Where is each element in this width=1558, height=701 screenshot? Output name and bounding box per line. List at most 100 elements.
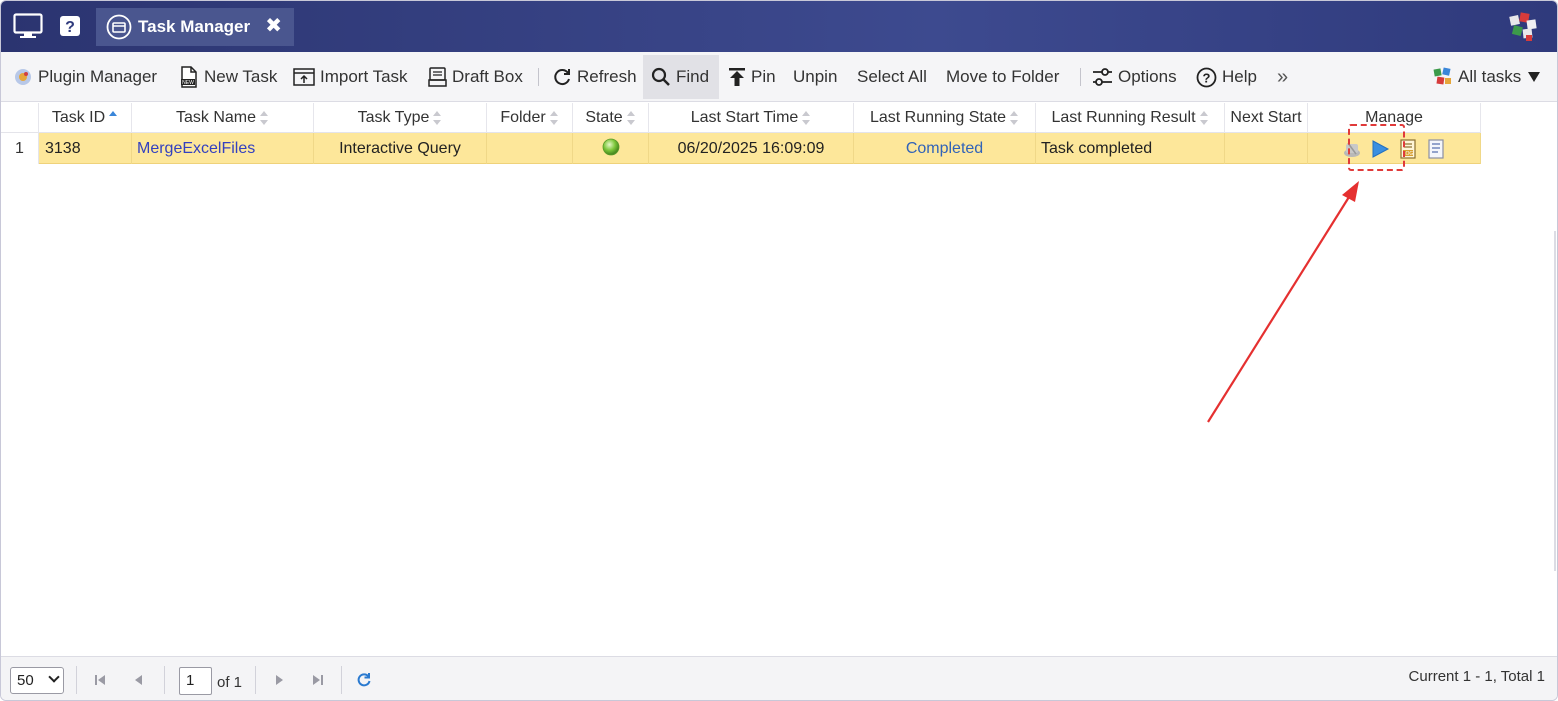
column-task-id[interactable]: Task ID [39, 103, 132, 133]
options-icon [1093, 68, 1112, 86]
footer-divider [164, 666, 165, 694]
row-number-header [1, 103, 39, 133]
next-page-icon [276, 675, 283, 685]
reload-button[interactable] [354, 670, 374, 690]
annotation-arrow-icon [1207, 181, 1359, 423]
column-label: Task Type [357, 109, 430, 126]
cell-folder [487, 133, 573, 164]
more-button[interactable]: » [1277, 55, 1288, 99]
help-button[interactable]: ? Help [1196, 55, 1257, 99]
toolbar: Plugin Manager NEW New Task Import Task … [1, 52, 1557, 102]
column-label: Last Start Time [690, 109, 799, 126]
page-size-select[interactable]: 50 [10, 667, 64, 694]
pin-label: Pin [751, 67, 776, 86]
column-label: Next Start [1230, 109, 1302, 126]
column-state[interactable]: State [573, 103, 649, 133]
import-task-button[interactable]: Import Task [293, 55, 408, 99]
select-all-button[interactable]: Select All [857, 55, 927, 99]
select-all-label: Select All [857, 67, 927, 86]
draft-box-button[interactable]: Draft Box [428, 55, 523, 99]
toolbar-divider [538, 68, 539, 86]
close-icon[interactable]: ✖ [265, 15, 282, 37]
next-page-button[interactable] [269, 670, 289, 690]
first-page-button[interactable] [90, 670, 110, 690]
footer-divider [76, 666, 77, 694]
app-logo [1507, 11, 1539, 43]
column-label: Last Running State [869, 109, 1007, 126]
new-task-label: New Task [204, 67, 278, 86]
sort-icon [626, 110, 636, 125]
all-tasks-icon [1433, 67, 1451, 85]
task-filter-dropdown[interactable]: All tasks [1433, 55, 1546, 99]
sort-icon [1199, 110, 1209, 125]
plugin-manager-label: Plugin Manager [38, 67, 158, 86]
filter-label: All tasks [1458, 67, 1522, 86]
vertical-scrollbar[interactable] [1554, 231, 1556, 571]
svg-text:?: ? [65, 19, 75, 36]
help-icon[interactable]: ? [55, 11, 85, 41]
move-to-folder-button[interactable]: Move to Folder [946, 55, 1059, 99]
column-label: Folder [500, 109, 546, 126]
new-task-icon: NEW [181, 66, 197, 88]
import-icon [293, 68, 315, 86]
page-size-value: 50 [17, 672, 34, 689]
column-folder[interactable]: Folder [487, 103, 573, 133]
double-chevron-icon: » [1277, 65, 1289, 88]
new-task-button[interactable]: NEW New Task [179, 55, 277, 99]
title-bar: ? Task Manager ✖ [1, 1, 1557, 52]
caret-down-icon [1528, 72, 1541, 82]
table-row[interactable]: 1 3138 MergeExcelFiles Interactive Query… [1, 133, 1481, 164]
footer-divider [255, 666, 256, 694]
footer-divider [341, 666, 342, 694]
tab-task-manager[interactable]: Task Manager ✖ [96, 8, 294, 46]
column-last-running-result[interactable]: Last Running Result [1036, 103, 1225, 133]
sort-icon [1010, 110, 1019, 125]
cell-last-start-time: 06/20/2025 16:09:09 [649, 133, 854, 164]
help-circle-icon: ? [1196, 67, 1217, 87]
column-label: Task ID [51, 109, 106, 126]
column-next-start[interactable]: Next Start [1225, 103, 1308, 133]
pin-icon [729, 68, 745, 86]
refresh-button[interactable]: Refresh [552, 55, 637, 99]
last-page-button[interactable] [308, 670, 328, 690]
unpin-button[interactable]: Unpin [793, 55, 837, 99]
cell-task-type: Interactive Query [314, 133, 487, 164]
annotation-highlight-box [1348, 124, 1405, 171]
cell-last-running-state: Completed [854, 133, 1036, 164]
plugin-manager-button[interactable]: Plugin Manager [13, 55, 157, 99]
reload-icon [357, 673, 371, 687]
column-task-type[interactable]: Task Type [314, 103, 487, 133]
unpin-label: Unpin [793, 67, 838, 86]
column-label: State [585, 109, 623, 126]
cell-state [573, 133, 649, 164]
column-task-name[interactable]: Task Name [132, 103, 314, 133]
column-last-start-time[interactable]: Last Start Time [649, 103, 854, 133]
refresh-icon [554, 69, 570, 86]
plugin-icon [15, 69, 31, 85]
sort-icon [260, 110, 269, 125]
sort-icon [549, 110, 559, 125]
options-button[interactable]: Options [1092, 55, 1177, 99]
row-number: 1 [1, 133, 39, 164]
move-to-folder-label: Move to Folder [946, 67, 1060, 86]
find-button[interactable]: Find [643, 55, 719, 99]
previous-page-button[interactable] [129, 670, 149, 690]
page-total-label: of 1 [217, 674, 243, 691]
chevron-down-icon [48, 671, 60, 683]
last-page-icon [313, 675, 323, 685]
svg-text:NEW: NEW [182, 80, 194, 86]
cell-task-id: 3138 [39, 133, 132, 164]
options-label: Options [1118, 67, 1177, 86]
find-label: Find [676, 67, 710, 86]
monitor-icon[interactable] [13, 11, 43, 41]
current-page-input[interactable]: 1 [179, 667, 212, 695]
tab-title: Task Manager [138, 17, 251, 36]
details-icon[interactable] [1426, 138, 1446, 159]
state-indicator-icon [602, 138, 619, 156]
pagination-bar: 50 1 of 1 Current 1 - 1, Total 1 [1, 656, 1557, 700]
column-last-running-state[interactable]: Last Running State [854, 103, 1036, 133]
sort-icon [433, 110, 442, 125]
task-manager-window: ? Task Manager ✖ Plugin Manager NEW New … [0, 0, 1558, 701]
pin-button[interactable]: Pin [728, 55, 776, 99]
task-name-link[interactable]: MergeExcelFiles [137, 140, 255, 157]
